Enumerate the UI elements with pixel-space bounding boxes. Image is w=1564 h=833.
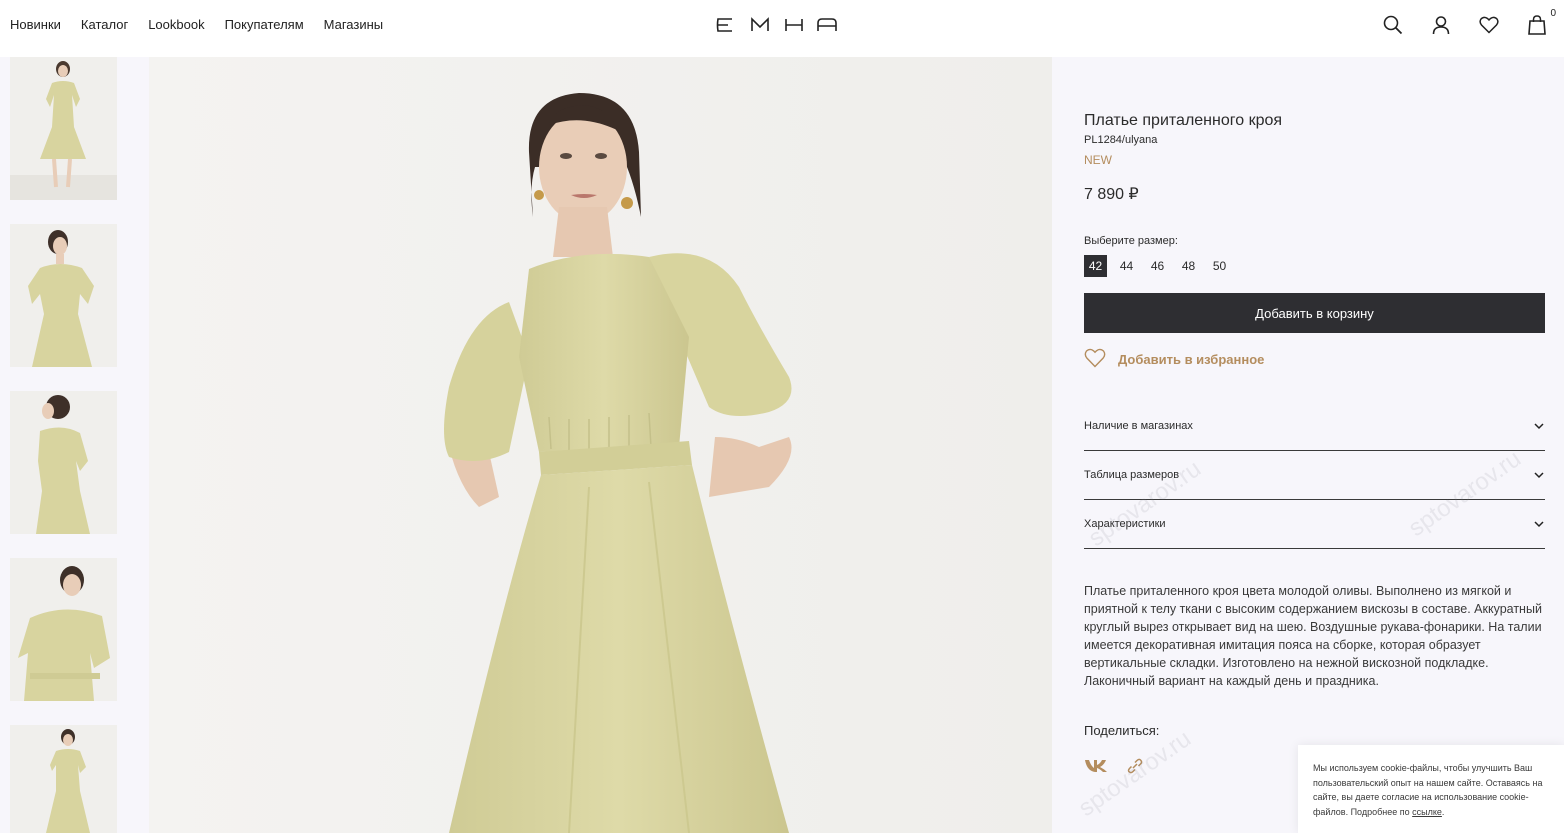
product-title: Платье приталенного кроя: [1084, 112, 1283, 129]
thumbnail-2[interactable]: [10, 224, 117, 367]
nav-item-customers[interactable]: Покупателям: [225, 17, 304, 32]
accordion-characteristics[interactable]: Характеристики: [1084, 500, 1545, 549]
favorites-icon[interactable]: [1476, 12, 1502, 38]
search-icon[interactable]: [1380, 12, 1406, 38]
add-to-favorites-link[interactable]: Добавить в избранное: [1084, 348, 1264, 371]
size-option-48[interactable]: 48: [1177, 255, 1200, 277]
add-to-cart-button[interactable]: Добавить в корзину: [1084, 293, 1545, 333]
nav-item-catalog[interactable]: Каталог: [81, 17, 128, 32]
share-icons: [1084, 757, 1144, 780]
size-option-44[interactable]: 44: [1115, 255, 1138, 277]
size-option-46[interactable]: 46: [1146, 255, 1169, 277]
main-product-photo[interactable]: [149, 57, 1052, 833]
chevron-down-icon: [1534, 472, 1544, 479]
accordion-size-chart-label: Таблица размеров: [1084, 469, 1180, 481]
product-description: Платье приталенного кроя цвета молодой о…: [1084, 584, 1542, 688]
chevron-down-icon: [1534, 423, 1544, 430]
cookie-text-end: .: [1441, 806, 1445, 817]
main-nav: Новинки Каталог Lookbook Покупателям Маг…: [10, 17, 383, 32]
cookie-link[interactable]: ссылке: [1412, 807, 1442, 817]
size-selector: 42 44 46 48 50: [1084, 255, 1231, 277]
header-actions: 0: [1380, 8, 1556, 38]
thumbnail-3[interactable]: [10, 391, 117, 534]
size-label: Выберите размер:: [1084, 235, 1178, 247]
site-header: Новинки Каталог Lookbook Покупателям Маг…: [0, 0, 1564, 57]
thumbnail-1[interactable]: [10, 57, 117, 200]
accordion-characteristics-label: Характеристики: [1084, 518, 1166, 530]
heart-icon: [1084, 348, 1106, 371]
product-sku: PL1284/ulyana: [1084, 134, 1158, 146]
cart-icon[interactable]: 0: [1524, 8, 1556, 38]
size-option-42[interactable]: 42: [1084, 255, 1107, 277]
new-badge: NEW: [1084, 153, 1112, 167]
accordion-availability-label: Наличие в магазинах: [1084, 420, 1193, 432]
user-icon[interactable]: [1428, 12, 1454, 38]
thumbnail-4[interactable]: [10, 558, 117, 701]
share-label: Поделиться:: [1084, 723, 1160, 738]
vk-icon[interactable]: [1084, 759, 1108, 778]
size-option-50[interactable]: 50: [1208, 255, 1231, 277]
product-price: 7 890 ₽: [1084, 186, 1139, 203]
add-to-favorites-label: Добавить в избранное: [1118, 352, 1265, 367]
brand-logo[interactable]: [716, 14, 840, 36]
nav-item-stores[interactable]: Магазины: [324, 17, 384, 32]
accordion-availability[interactable]: Наличие в магазинах: [1084, 402, 1545, 451]
nav-item-new[interactable]: Новинки: [10, 17, 61, 32]
accordion-size-chart[interactable]: Таблица размеров: [1084, 451, 1545, 500]
cookie-notice: Мы используем cookie-файлы, чтобы улучши…: [1298, 745, 1564, 833]
chevron-down-icon: [1534, 521, 1544, 528]
thumbnail-5[interactable]: [10, 725, 117, 833]
nav-item-lookbook[interactable]: Lookbook: [148, 17, 204, 32]
link-icon[interactable]: [1126, 757, 1144, 780]
cart-count: 0: [1550, 8, 1556, 19]
